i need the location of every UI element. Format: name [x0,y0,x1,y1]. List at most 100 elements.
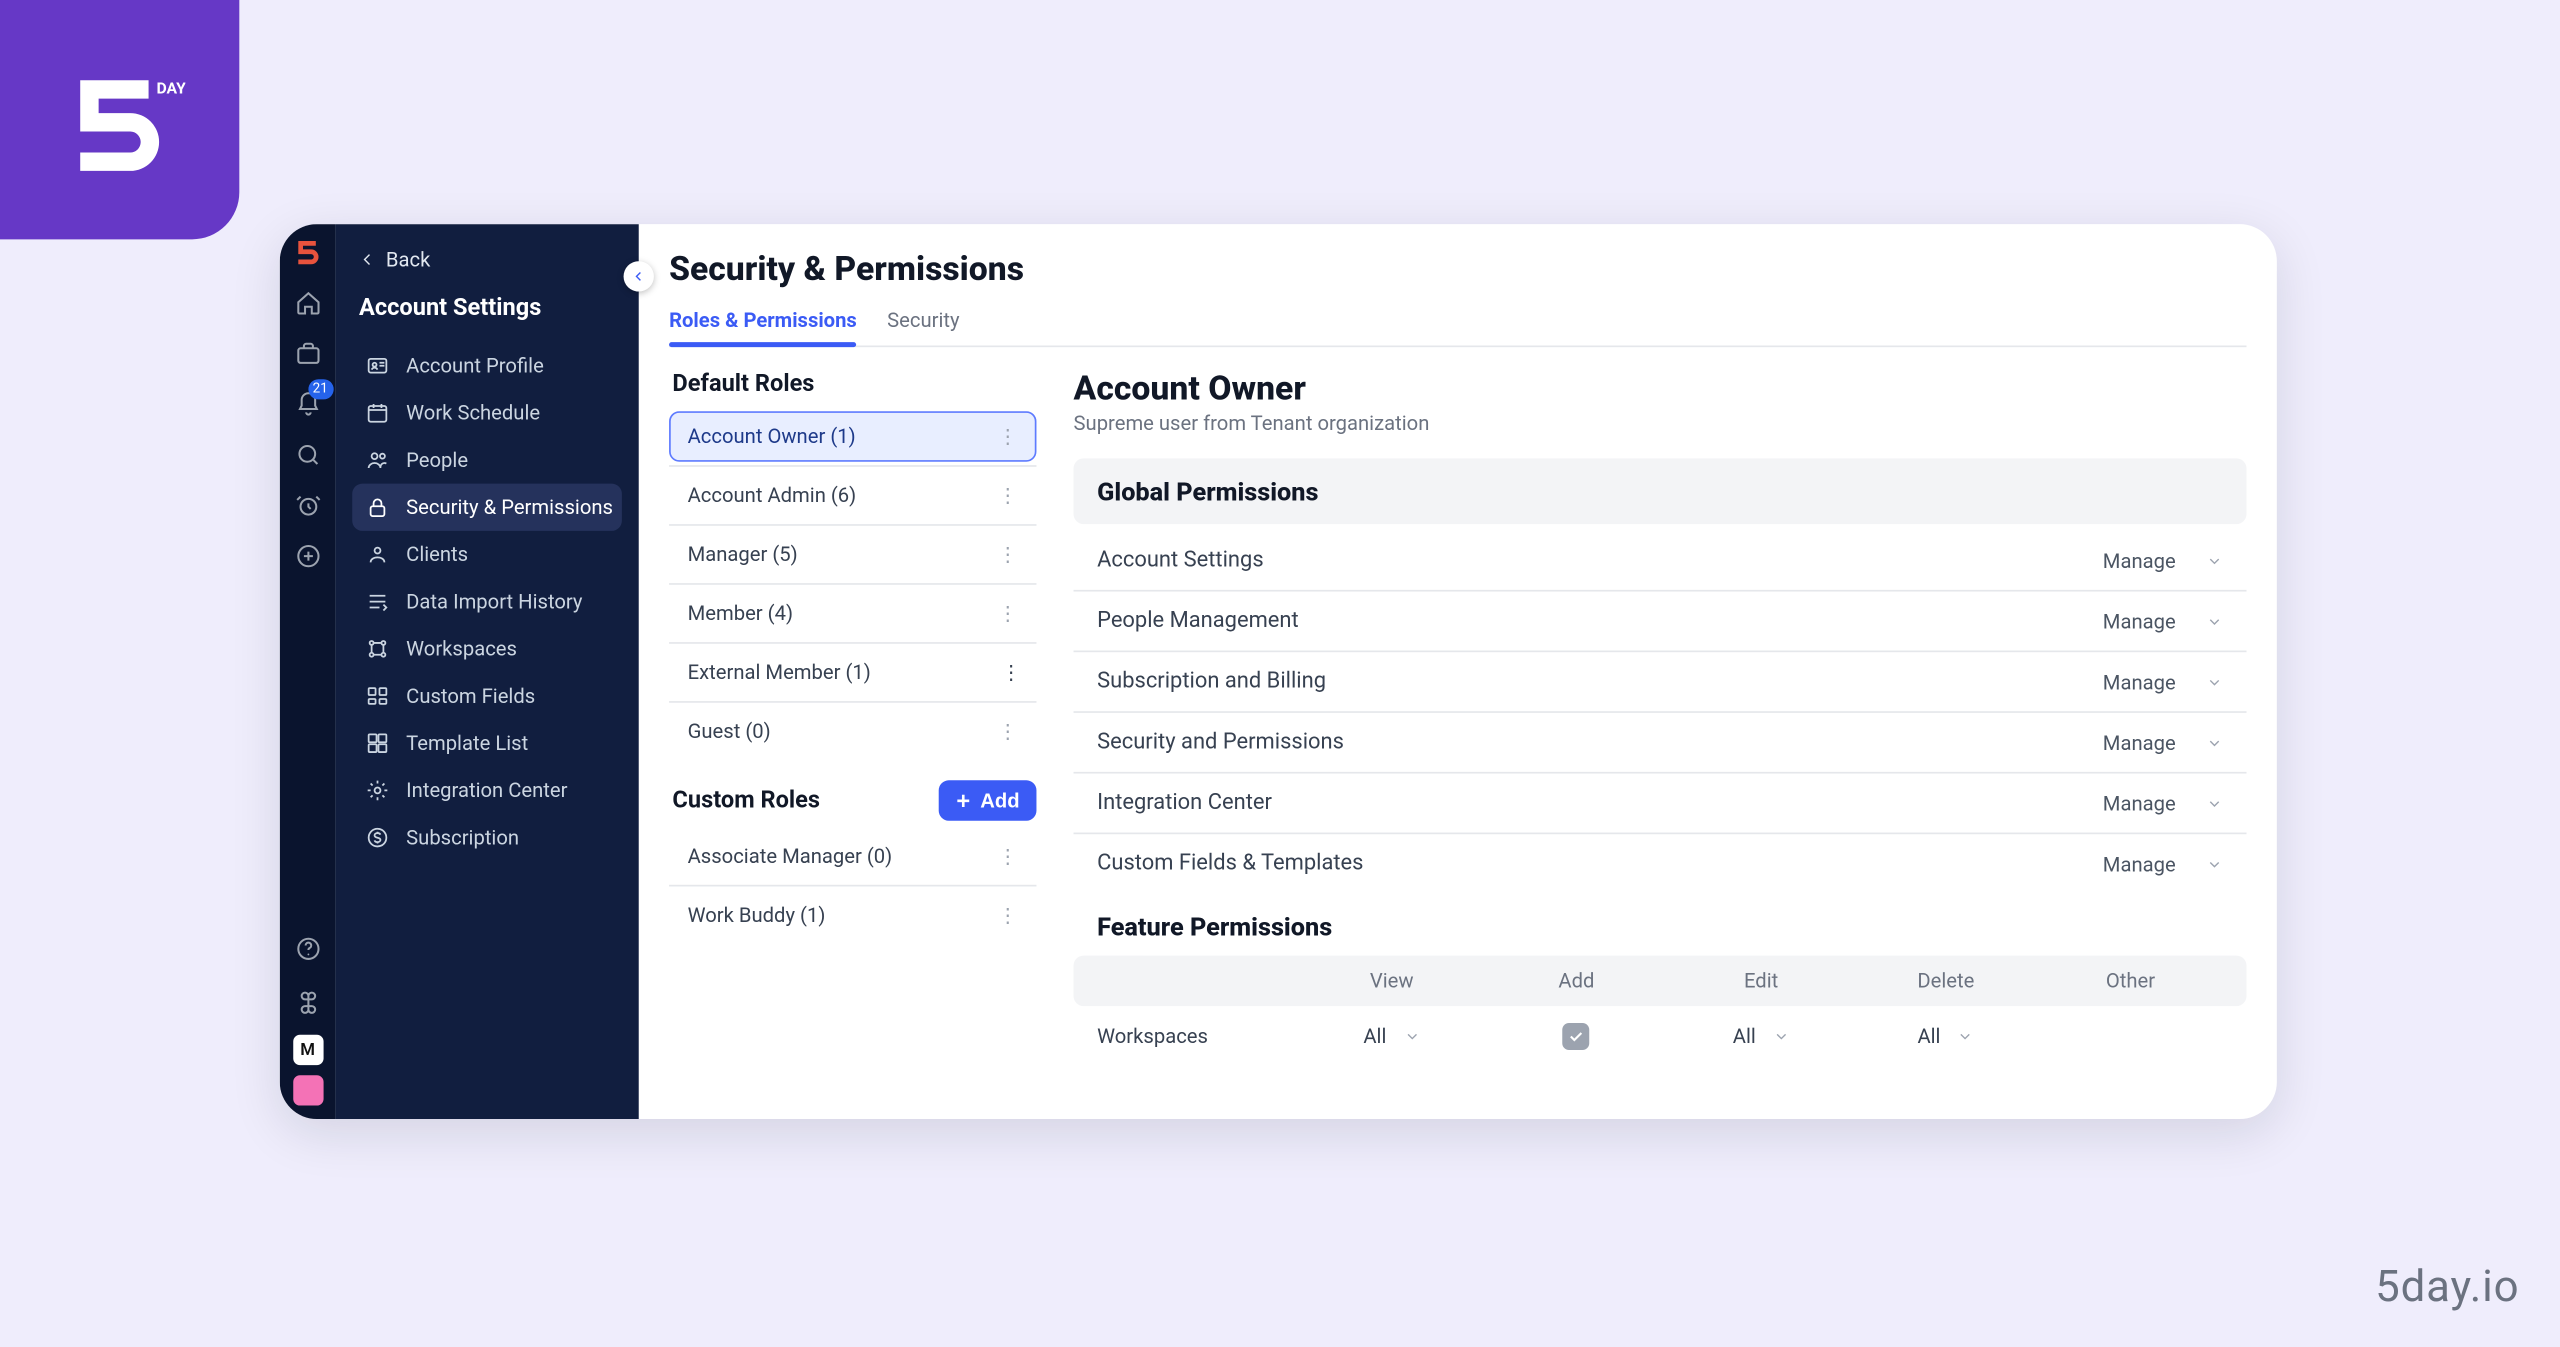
sidebar-item-account-profile[interactable]: Account Profile [352,342,622,389]
perm-value-select[interactable]: Manage [2103,791,2223,815]
watermark: 5day.io [2375,1262,2519,1313]
bell-icon[interactable]: 21 [286,383,330,427]
roles-column: Default Roles Account Owner (1)⋮ Account… [669,367,1036,1066]
role-label: Member (4) [688,602,793,626]
perm-value-select[interactable]: Manage [2103,670,2223,694]
custom-roles-heading: Custom Roles [672,787,820,814]
chevron-down-icon [2206,613,2223,630]
perm-label: Subscription and Billing [1097,669,1326,694]
tab-roles-permissions[interactable]: Roles & Permissions [669,298,857,345]
user-avatar[interactable] [292,1075,322,1105]
role-label: Manager (5) [688,543,798,567]
kebab-icon[interactable]: ⋮ [994,425,1021,449]
brand-mark-icon [291,234,325,268]
role-item-work-buddy[interactable]: Work Buddy (1) ⋮ [669,890,1036,941]
sidebar-item-label: Integration Center [406,779,567,803]
sidebar-item-subscription[interactable]: Subscription [352,814,622,861]
add-checkbox[interactable] [1563,1023,1590,1050]
col-add: Add [1484,969,1669,993]
perm-value-select[interactable]: Manage [2103,609,2223,633]
tab-label: Roles & Permissions [669,308,857,332]
role-label: Work Buddy (1) [688,903,826,927]
kebab-icon[interactable]: ⋮ [1001,661,1021,685]
role-item-external-member[interactable]: External Member (1)⋮ [669,647,1036,698]
role-label: Account Owner (1) [688,425,856,449]
icon-strip: 21 M [280,224,336,1119]
perm-value-select[interactable]: Manage [2103,852,2223,876]
collapse-sidebar-button[interactable] [624,261,654,291]
perm-label: Integration Center [1097,790,1272,815]
briefcase-icon[interactable] [286,332,330,376]
perm-row-people-management: People Management Manage [1074,592,2247,653]
add-role-button[interactable]: +Add [940,780,1037,820]
sidebar-item-data-import[interactable]: Data Import History [352,578,622,625]
tab-label: Security [887,308,959,332]
kebab-icon[interactable]: ⋮ [994,484,1021,508]
sidebar-item-clients[interactable]: Clients [352,531,622,578]
command-icon[interactable] [286,981,330,1025]
edit-select[interactable]: All [1733,1025,1790,1049]
role-item-account-admin[interactable]: Account Admin (6) ⋮ [669,470,1036,521]
search-icon[interactable] [286,433,330,477]
role-item-member[interactable]: Member (4) ⋮ [669,588,1036,639]
delete-select[interactable]: All [1917,1025,1974,1049]
role-item-guest[interactable]: Guest (0)⋮ [669,706,1036,757]
settings-sidebar: Back Account Settings Account Profile Wo… [335,224,638,1119]
default-roles-list: Account Owner (1) ⋮ Account Admin (6) ⋮ Ma… [669,411,1036,756]
brand-badge: DAY [0,0,239,239]
role-item-associate-manager[interactable]: Associate Manager (0)⋮ [669,831,1036,882]
perm-value-select[interactable]: Manage [2103,731,2223,755]
home-icon[interactable] [286,281,330,325]
help-icon[interactable] [286,927,330,971]
global-permissions-heading: Global Permissions [1097,477,1318,507]
role-detail-column: Account Owner Supreme user from Tenant o… [1074,367,2247,1066]
kebab-icon[interactable]: ⋮ [994,903,1021,927]
brand-logo-icon: DAY [54,54,185,185]
tab-security[interactable]: Security [887,298,959,345]
sidebar-item-people[interactable]: People [352,436,622,483]
custom-roles-list: Associate Manager (0)⋮ Work Buddy (1) ⋮ [669,831,1036,941]
chevron-down-icon [2206,795,2223,812]
sidebar-item-label: Template List [406,731,528,755]
kebab-icon[interactable]: ⋮ [994,602,1021,626]
perm-label: People Management [1097,608,1299,633]
sidebar-item-custom-fields[interactable]: Custom Fields [352,672,622,719]
plus-circle-icon[interactable] [286,534,330,578]
kebab-icon[interactable]: ⋮ [994,844,1021,868]
sidebar-section-title: Account Settings [359,295,622,322]
workspace-avatar[interactable]: M [292,1035,322,1065]
sidebar-item-security-permissions[interactable]: Security & Permissions [352,484,622,531]
custom-fields-icon [366,684,390,708]
import-icon [366,590,390,614]
chevron-down-icon [1773,1028,1790,1045]
view-select[interactable]: All [1363,1025,1420,1049]
notification-badge: 21 [308,379,333,399]
id-card-icon [366,354,390,378]
col-edit: Edit [1669,969,1854,993]
global-permissions-list: Account SettingsManage People Management… [1074,531,2247,893]
role-item-manager[interactable]: Manager (5) ⋮ [669,529,1036,580]
kebab-icon[interactable]: ⋮ [994,720,1021,744]
back-button[interactable]: Back [359,248,622,272]
perm-label: Security and Permissions [1097,730,1344,755]
feature-label: Workspaces [1097,1025,1299,1049]
chevron-down-icon [2206,552,2223,569]
sidebar-item-label: People [406,448,468,472]
clients-icon [366,543,390,567]
role-item-account-owner[interactable]: Account Owner (1) ⋮ [669,411,1036,462]
main-panel: Security & Permissions Roles & Permissio… [639,224,2277,1119]
perm-row-custom-fields-templates: Custom Fields & TemplatesManage [1074,834,2247,893]
alarm-icon[interactable] [286,484,330,528]
sidebar-item-work-schedule[interactable]: Work Schedule [352,389,622,436]
chevron-down-icon [2206,855,2223,872]
role-label: Account Admin (6) [688,484,857,508]
sidebar-item-label: Subscription [406,826,519,850]
sidebar-item-template-list[interactable]: Template List [352,720,622,767]
kebab-icon[interactable]: ⋮ [994,543,1021,567]
feature-row-workspaces: Workspaces All All All [1074,1006,2247,1067]
perm-value-select[interactable]: Manage [2103,549,2223,573]
plus-icon: + [956,790,970,810]
page-title: Security & Permissions [669,248,2246,288]
sidebar-item-integration-center[interactable]: Integration Center [352,767,622,814]
sidebar-item-workspaces[interactable]: Workspaces [352,625,622,672]
